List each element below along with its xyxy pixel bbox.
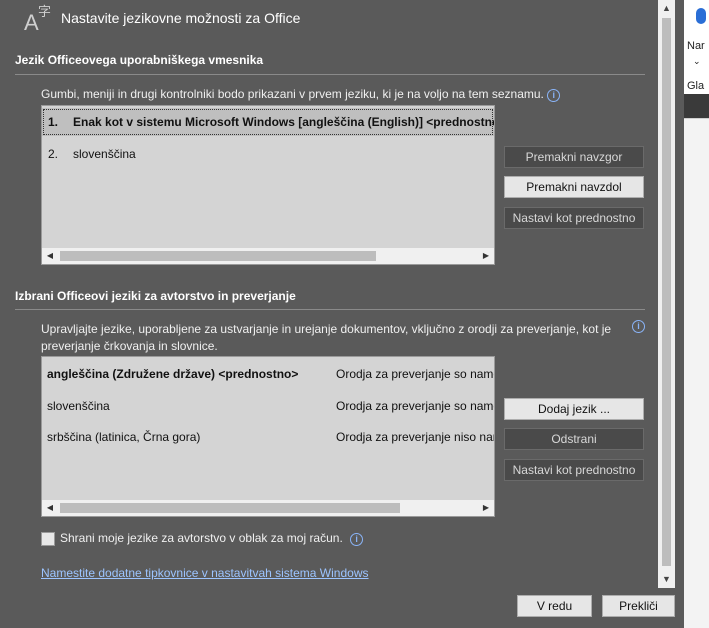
dialog-scrollbar[interactable]: ▲ ▼ bbox=[658, 0, 675, 588]
scroll-right-arrow-icon[interactable]: ▶ bbox=[478, 500, 494, 516]
list-item-label: slovenščina bbox=[73, 147, 136, 161]
authoring-language-heading: Izbrani Officeovi jeziki za avtorstvo in… bbox=[15, 289, 296, 303]
language-name: angleščina (Združene države) <prednostno… bbox=[47, 367, 299, 381]
display-language-heading: Jezik Officeovega uporabniškega vmesnika bbox=[15, 53, 264, 67]
list-item[interactable]: 1. Enak kot v sistemu Microsoft Windows … bbox=[42, 108, 494, 136]
list-item-number: 2. bbox=[48, 147, 59, 161]
ribbon-group-label: Gla bbox=[687, 80, 705, 92]
display-list-hscrollbar[interactable]: ◀ ▶ bbox=[42, 248, 494, 264]
scrollbar-thumb[interactable] bbox=[662, 18, 671, 566]
proofing-status: Orodja za preverjanje niso nan bbox=[336, 430, 495, 444]
scrollbar-thumb[interactable] bbox=[60, 251, 376, 261]
add-language-button[interactable]: Dodaj jezik ... bbox=[504, 398, 644, 420]
move-up-button[interactable]: Premakni navzgor bbox=[504, 146, 644, 168]
proofing-status: Orodja za preverjanje so name bbox=[336, 399, 495, 413]
scrollbar-thumb[interactable] bbox=[60, 503, 400, 513]
set-preferred-display-button[interactable]: Nastavi kot prednostno bbox=[504, 207, 644, 229]
list-item-label: Enak kot v sistemu Microsoft Windows [an… bbox=[73, 115, 495, 129]
save-languages-cloud-checkbox[interactable] bbox=[41, 532, 55, 546]
set-preferred-authoring-button[interactable]: Nastavi kot prednostno bbox=[504, 459, 644, 481]
language-name: srbščina (latinica, Črna gora) bbox=[47, 430, 201, 444]
scroll-up-arrow-icon[interactable]: ▲ bbox=[658, 0, 675, 17]
display-language-list[interactable]: 1. Enak kot v sistemu Microsoft Windows … bbox=[41, 105, 495, 265]
table-row[interactable]: angleščina (Združene države) <prednostno… bbox=[42, 363, 494, 385]
display-language-description-text: Gumbi, meniji in drugi kontrolniki bodo … bbox=[41, 87, 544, 101]
info-icon[interactable]: i bbox=[350, 533, 364, 546]
section-divider bbox=[15, 74, 645, 75]
scroll-down-arrow-icon[interactable]: ▼ bbox=[658, 571, 675, 588]
ok-button[interactable]: V redu bbox=[517, 595, 592, 617]
list-item-number: 1. bbox=[48, 115, 59, 129]
cancel-button[interactable]: Prekliči bbox=[602, 595, 675, 617]
scroll-left-arrow-icon[interactable]: ◀ bbox=[42, 500, 58, 516]
remove-language-button[interactable]: Odstrani bbox=[504, 428, 644, 450]
proofing-status: Orodja za preverjanje so name bbox=[336, 367, 495, 381]
info-icon[interactable]: i bbox=[547, 89, 561, 102]
table-row[interactable]: srbščina (latinica, Črna gora) Orodja za… bbox=[42, 426, 494, 448]
list-item[interactable]: 2. slovenščina bbox=[42, 142, 494, 166]
authoring-language-list[interactable]: angleščina (Združene države) <prednostno… bbox=[41, 356, 495, 517]
svg-text:A: A bbox=[24, 10, 39, 32]
info-icon[interactable]: i bbox=[632, 320, 645, 333]
install-keyboards-link[interactable]: Namestite dodatne tipkovnice v nastavitv… bbox=[41, 566, 369, 580]
save-languages-cloud-label: Shrani moje jezike za avtorstvo v oblak … bbox=[60, 531, 364, 546]
ribbon-label[interactable]: Nar bbox=[687, 40, 705, 52]
display-language-description: Gumbi, meniji in drugi kontrolniki bodo … bbox=[41, 87, 561, 102]
microphone-icon[interactable] bbox=[696, 8, 706, 24]
table-row[interactable]: slovenščina Orodja za preverjanje so nam… bbox=[42, 395, 494, 417]
authoring-language-description: Upravljajte jezike, uporabljene za ustva… bbox=[41, 322, 612, 353]
chevron-down-icon[interactable]: ⌄ bbox=[693, 56, 701, 67]
background-app-ribbon: Nar ⌄ Gla bbox=[684, 0, 709, 628]
language-icon: A 字 bbox=[24, 4, 51, 32]
svg-text:字: 字 bbox=[38, 4, 51, 19]
scroll-right-arrow-icon[interactable]: ▶ bbox=[478, 248, 494, 264]
checkbox-label-text[interactable]: Shrani moje jezike za avtorstvo v oblak … bbox=[60, 531, 343, 545]
dialog-title: Nastavite jezikovne možnosti za Office bbox=[61, 10, 301, 26]
authoring-list-hscrollbar[interactable]: ◀ ▶ bbox=[42, 500, 494, 516]
language-name: slovenščina bbox=[47, 399, 110, 413]
ribbon-divider bbox=[684, 94, 709, 118]
scroll-left-arrow-icon[interactable]: ◀ bbox=[42, 248, 58, 264]
move-down-button[interactable]: Premakni navzdol bbox=[504, 176, 644, 198]
section-divider bbox=[15, 309, 645, 310]
